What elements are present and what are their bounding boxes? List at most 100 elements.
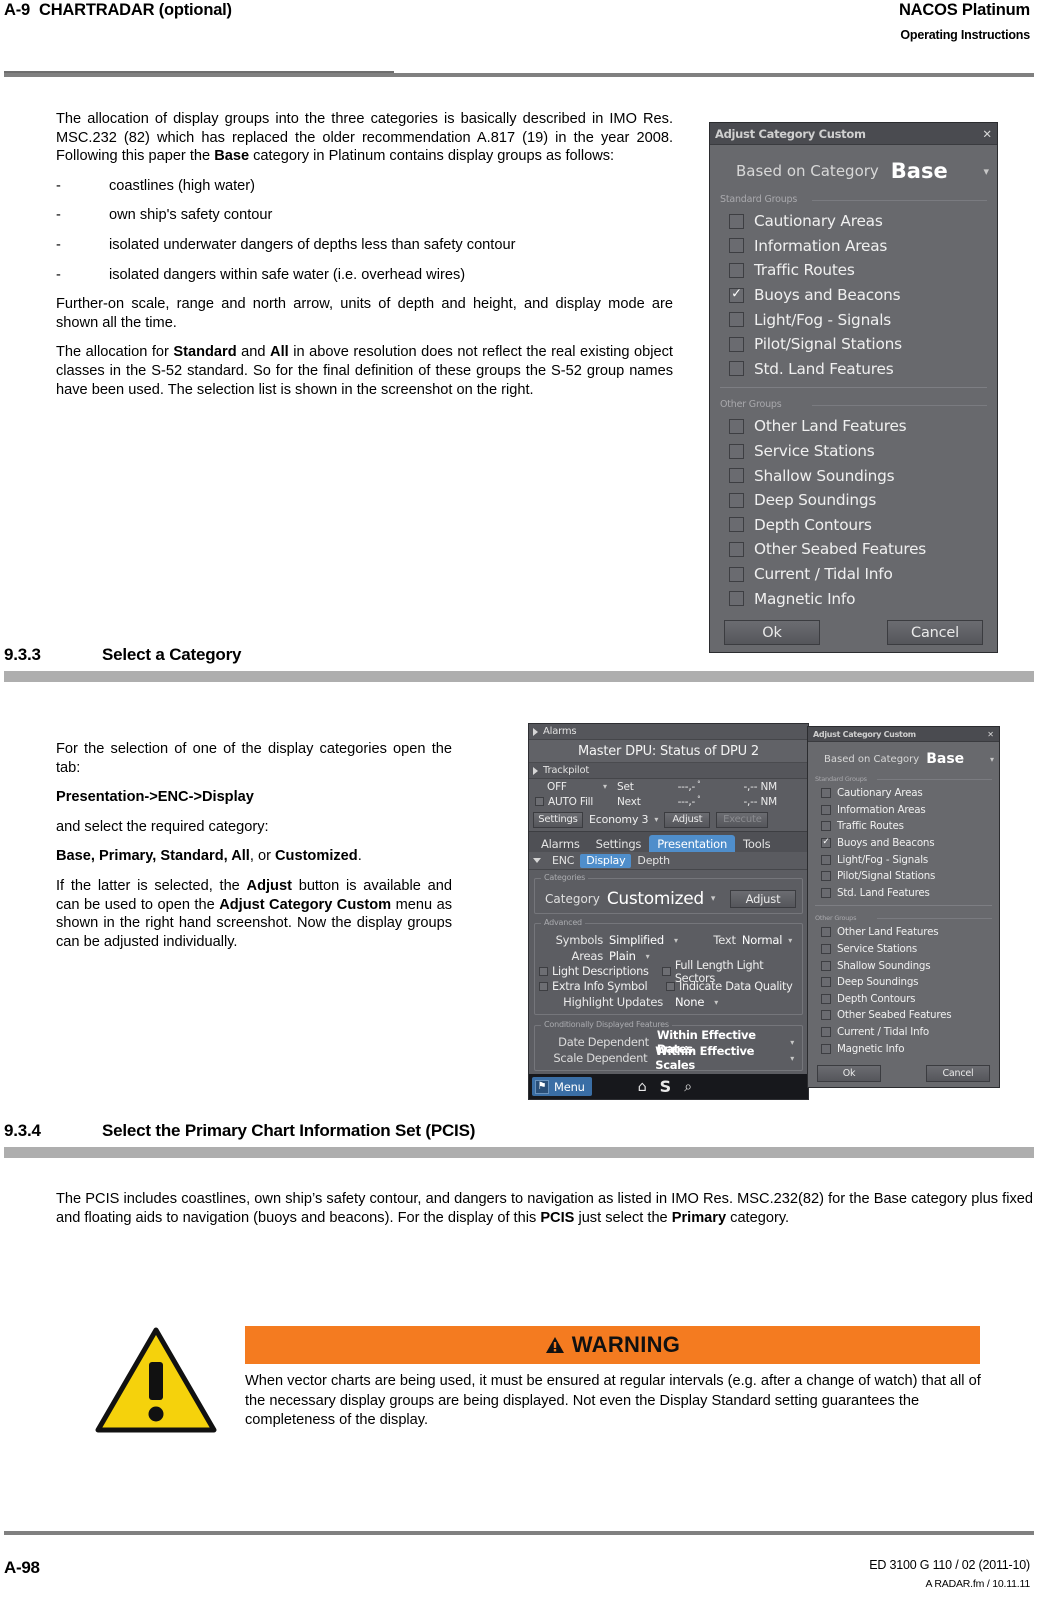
checkbox-row[interactable]: Light/Fog - Signals bbox=[808, 851, 999, 868]
checkbox-row[interactable]: Depth Contours bbox=[710, 513, 997, 538]
checkbox[interactable] bbox=[821, 871, 831, 882]
extra-info-symbol-checkbox-row[interactable]: Extra Info Symbol bbox=[539, 980, 666, 993]
symbols-row[interactable]: Symbols Simplified ▾ Text Normal ▾ bbox=[535, 932, 802, 948]
chevron-down-icon[interactable]: ▾ bbox=[714, 998, 718, 1007]
checkbox[interactable] bbox=[729, 312, 744, 328]
checkbox-row[interactable]: Magnetic Info bbox=[710, 586, 997, 611]
category-adjust-button[interactable]: Adjust bbox=[730, 889, 796, 908]
trackpilot-row-auto[interactable]: AUTO Fill Next ---,- ° -,-- NM bbox=[529, 794, 808, 809]
subtab-display[interactable]: Display bbox=[580, 853, 632, 868]
checkbox[interactable] bbox=[729, 492, 744, 508]
s-icon[interactable]: S bbox=[660, 1078, 672, 1095]
checkbox-checked[interactable] bbox=[821, 838, 831, 849]
checkbox-row[interactable]: Other Seabed Features bbox=[710, 537, 997, 562]
checkbox-row[interactable]: Buoys and Beacons bbox=[710, 283, 997, 308]
checkbox-row[interactable]: Service Stations bbox=[710, 439, 997, 464]
checkbox-row[interactable]: Cautionary Areas bbox=[808, 785, 999, 802]
checkbox[interactable] bbox=[821, 854, 831, 865]
checkbox[interactable] bbox=[661, 967, 671, 976]
tab-alarms[interactable]: Alarms bbox=[533, 835, 588, 852]
adjust-category-custom-dialog[interactable]: Adjust Category Custom ✕ Based on Catego… bbox=[709, 122, 998, 653]
checkbox[interactable] bbox=[666, 982, 675, 991]
close-icon[interactable]: ✕ bbox=[987, 730, 994, 739]
checkbox-row[interactable]: Pilot/Signal Stations bbox=[808, 868, 999, 885]
checkbox[interactable] bbox=[729, 213, 744, 229]
checkbox-row[interactable]: Information Areas bbox=[710, 234, 997, 259]
checkbox-row[interactable]: Other Land Features bbox=[808, 924, 999, 941]
dpu-screenshot-panel[interactable]: Alarms Master DPU: Status of DPU 2 Track… bbox=[528, 723, 809, 1100]
execute-button[interactable]: Execute bbox=[716, 811, 769, 828]
checkbox-row[interactable]: Other Land Features bbox=[710, 414, 997, 439]
checkbox[interactable] bbox=[821, 887, 831, 898]
checkbox-row[interactable]: Std. Land Features bbox=[808, 885, 999, 902]
chevron-down-icon[interactable]: ▾ bbox=[983, 165, 989, 178]
checkbox-row[interactable]: Depth Contours bbox=[808, 991, 999, 1008]
checkbox[interactable] bbox=[539, 982, 548, 991]
checkbox-checked[interactable] bbox=[729, 287, 744, 303]
chevron-down-icon[interactable]: ▾ bbox=[603, 782, 617, 791]
checkbox[interactable] bbox=[729, 566, 744, 582]
checkbox[interactable] bbox=[821, 788, 831, 799]
checkbox[interactable] bbox=[821, 960, 831, 971]
ok-button[interactable]: Ok bbox=[817, 1065, 881, 1082]
chevron-down-icon[interactable]: ▾ bbox=[790, 1038, 794, 1047]
checkbox[interactable] bbox=[821, 1027, 831, 1038]
chevron-down-icon[interactable]: ▾ bbox=[674, 936, 678, 945]
checkbox-row[interactable]: Deep Soundings bbox=[808, 974, 999, 991]
search-icon[interactable]: ⌕ bbox=[684, 1080, 692, 1094]
adjust-category-custom-dialog-small[interactable]: Adjust Category Custom ✕ Based on Catego… bbox=[807, 726, 1000, 1088]
trackpilot-row-off[interactable]: OFF ▾ Set ---,- ° -,-- NM bbox=[529, 779, 808, 794]
subtab-enc[interactable]: ENC bbox=[546, 854, 580, 868]
tab-presentation[interactable]: Presentation bbox=[649, 835, 736, 852]
checkbox-row[interactable]: Pilot/Signal Stations bbox=[710, 332, 997, 357]
cancel-button[interactable]: Cancel bbox=[887, 620, 983, 645]
chevron-down-icon[interactable] bbox=[533, 858, 541, 863]
chevron-down-icon[interactable]: ▾ bbox=[654, 815, 658, 824]
menu-button[interactable]: ⚑ Menu bbox=[532, 1077, 592, 1096]
scale-dependent-row[interactable]: Scale Dependent Within Effective Scales … bbox=[535, 1044, 802, 1072]
checkbox-row[interactable]: Information Areas bbox=[808, 802, 999, 819]
checkbox[interactable] bbox=[821, 944, 831, 955]
checkbox[interactable] bbox=[539, 967, 548, 976]
close-icon[interactable]: ✕ bbox=[982, 127, 992, 141]
checkbox-row[interactable]: Shallow Soundings bbox=[808, 957, 999, 974]
based-on-category-row[interactable]: Based on Category Base ▾ bbox=[808, 751, 999, 767]
tab-tools[interactable]: Tools bbox=[735, 835, 778, 852]
chevron-down-icon[interactable]: ▾ bbox=[788, 936, 792, 945]
checkbox[interactable] bbox=[729, 238, 744, 254]
category-row[interactable]: Category Customized ▾ Adjust bbox=[535, 888, 802, 909]
chevron-down-icon[interactable]: ▾ bbox=[790, 1054, 794, 1063]
checkbox-row[interactable]: Current / Tidal Info bbox=[808, 1024, 999, 1041]
checkbox-row[interactable]: Traffic Routes bbox=[808, 818, 999, 835]
auto-fill-checkbox[interactable] bbox=[535, 797, 544, 806]
checkbox-row[interactable]: Traffic Routes bbox=[710, 258, 997, 283]
checkbox[interactable] bbox=[729, 336, 744, 352]
checkbox[interactable] bbox=[729, 418, 744, 434]
checkbox[interactable] bbox=[729, 541, 744, 557]
checkbox-row[interactable]: Light/Fog - Signals bbox=[710, 307, 997, 332]
checkbox[interactable] bbox=[821, 977, 831, 988]
checkbox-row[interactable]: Deep Soundings bbox=[710, 488, 997, 513]
checkbox-row[interactable]: Service Stations bbox=[808, 941, 999, 958]
checkbox-row[interactable]: Current / Tidal Info bbox=[710, 562, 997, 587]
indicate-data-quality-checkbox-row[interactable]: Indicate Data Quality bbox=[666, 980, 793, 993]
checkbox[interactable] bbox=[729, 361, 744, 377]
checkbox[interactable] bbox=[729, 468, 744, 484]
checkbox-row[interactable]: Cautionary Areas bbox=[710, 209, 997, 234]
chevron-down-icon[interactable]: ▾ bbox=[646, 952, 650, 961]
checkbox[interactable] bbox=[821, 1010, 831, 1021]
checkbox[interactable] bbox=[821, 804, 831, 815]
settings-button[interactable]: Settings bbox=[533, 811, 583, 828]
checkbox[interactable] bbox=[729, 443, 744, 459]
chevron-down-icon[interactable]: ▾ bbox=[711, 894, 716, 904]
checkbox-row[interactable]: Other Seabed Features bbox=[808, 1007, 999, 1024]
home-icon[interactable]: ⌂ bbox=[638, 1080, 647, 1094]
based-on-category-row[interactable]: Based on Category Base ▾ bbox=[710, 159, 997, 183]
chevron-down-icon[interactable]: ▾ bbox=[990, 755, 994, 764]
checkbox[interactable] bbox=[729, 591, 744, 607]
light-descriptions-checkbox-row[interactable]: Light Descriptions bbox=[539, 965, 662, 978]
checkbox[interactable] bbox=[729, 262, 744, 278]
alarms-header[interactable]: Alarms bbox=[529, 724, 808, 740]
checkbox[interactable] bbox=[821, 821, 831, 832]
checkbox[interactable] bbox=[729, 517, 744, 533]
